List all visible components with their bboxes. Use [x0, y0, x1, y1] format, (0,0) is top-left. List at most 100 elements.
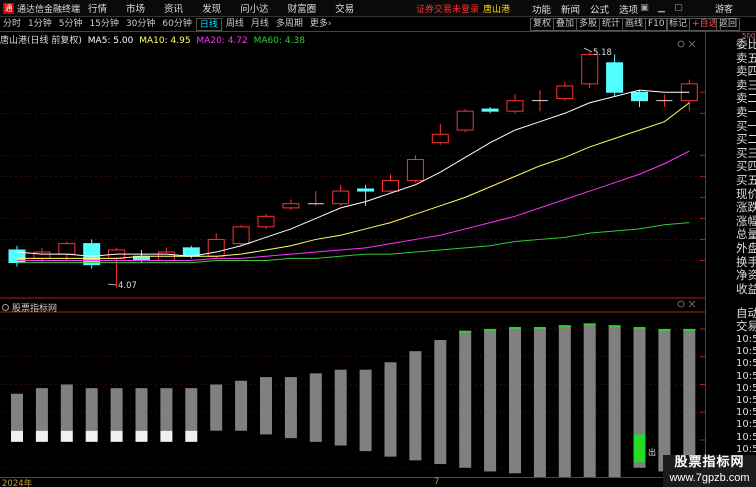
- right-menu: 功能 新闻 公式 选项: [532, 2, 648, 16]
- period-1min[interactable]: 1分钟: [25, 18, 55, 31]
- indicator-bar: [60, 384, 73, 431]
- indicator-top-marker: [509, 327, 521, 330]
- period-60min[interactable]: 60分钟: [159, 18, 194, 31]
- period-daily[interactable]: 日线: [195, 17, 222, 31]
- indicator-bar: [434, 340, 447, 465]
- menu-item-discover[interactable]: 发现: [202, 1, 221, 15]
- indicator-bar: [35, 388, 48, 431]
- indicator-bar: [334, 369, 347, 446]
- period-multi[interactable]: 多周期: [273, 18, 306, 31]
- ma10-line: [17, 102, 690, 259]
- indicator-bar: [459, 330, 472, 468]
- guest-login[interactable]: 游客: [715, 2, 733, 15]
- skin-icon[interactable]: ▣: [638, 3, 651, 13]
- indicator-bar: [260, 377, 272, 435]
- candle-up: [332, 190, 350, 205]
- side-trade-label[interactable]: 交易: [736, 320, 756, 333]
- period-toolbar: 分时 1分钟 5分钟 15分钟 30分钟 60分钟 日线 周线 月线 多周期 更…: [0, 17, 756, 32]
- more-arrow-icon: ›: [327, 18, 332, 29]
- period-15min[interactable]: 15分钟: [86, 18, 121, 31]
- candle-up: [556, 85, 574, 100]
- menu-item-news[interactable]: 资讯: [164, 1, 183, 15]
- low-price-label: 4.07: [118, 281, 137, 291]
- indicator-bar: [359, 369, 372, 452]
- indicator-top-marker: [459, 330, 472, 333]
- quote-label: 现价: [736, 187, 756, 201]
- indicator-bar: [484, 328, 497, 472]
- candle-up: [456, 110, 474, 131]
- indicator-top-marker: [633, 327, 646, 330]
- quote-label: 换手: [736, 255, 756, 269]
- candle-up: [431, 133, 449, 144]
- kline-panel[interactable]: [0, 52, 705, 313]
- period-monthly[interactable]: 月线: [248, 18, 272, 31]
- time-axis: 2024年 7: [0, 477, 756, 487]
- indicator-close-icon[interactable]: [688, 300, 696, 308]
- trade-time: 10:55: [736, 358, 756, 370]
- indicator-panel[interactable]: [0, 323, 705, 477]
- indicator-bar: [135, 388, 148, 431]
- adjust-button[interactable]: 复权: [530, 18, 555, 31]
- period-30min[interactable]: 30分钟: [123, 18, 158, 31]
- sell-signal-bar: [633, 434, 646, 463]
- login-warning[interactable]: 证券交易未登录 唐山港: [416, 2, 510, 15]
- menu-item-news-feed[interactable]: 新闻: [561, 2, 580, 16]
- indicator-white-segment: [35, 430, 48, 442]
- quote-label: 总量: [736, 228, 756, 242]
- menu-item-wealth[interactable]: 财富圈: [288, 1, 317, 15]
- menu-item-assistant[interactable]: 问小达: [240, 1, 269, 15]
- chart-area[interactable]: 5.18 4.07 出: [0, 32, 705, 477]
- trade-time: 10:55: [736, 370, 756, 382]
- indicator-white-segment: [135, 430, 148, 442]
- trade-time: 10:55: [736, 382, 756, 394]
- menu-item-functions[interactable]: 功能: [532, 2, 551, 16]
- app-logo-icon: 通: [3, 2, 14, 14]
- candle-up: [506, 100, 524, 112]
- candle-up: [581, 53, 599, 85]
- back-button[interactable]: 返回: [716, 18, 741, 31]
- stats-button[interactable]: 统计: [599, 18, 624, 31]
- multi-stock-button[interactable]: 多股: [576, 18, 601, 31]
- indicator-top-marker: [608, 325, 621, 328]
- menu-item-trade[interactable]: 交易: [335, 1, 354, 15]
- candle-up: [382, 180, 399, 192]
- menu-item-market[interactable]: 市场: [126, 1, 145, 15]
- indicator-top-marker: [658, 328, 671, 331]
- indicator-top-marker: [683, 328, 696, 331]
- indicator-white-segment: [110, 430, 123, 442]
- candle-up: [33, 251, 51, 259]
- quote-label: 买五: [736, 174, 756, 187]
- maximize-icon[interactable]: ▢: [672, 3, 685, 13]
- mark-button[interactable]: 标记: [666, 18, 691, 31]
- month-marker: 7: [434, 477, 440, 487]
- indicator-top-marker: [533, 327, 546, 330]
- indicator-bar: [409, 351, 422, 461]
- quote-label: 买二: [736, 133, 756, 147]
- side-auto-label[interactable]: 自动: [736, 307, 756, 320]
- menu-item-options[interactable]: 选项: [619, 2, 638, 16]
- indicator-bar: [85, 388, 98, 431]
- window-controls: ▣ ▁ ▢: [638, 3, 689, 13]
- f10-button[interactable]: F10: [645, 18, 668, 31]
- period-5min[interactable]: 5分钟: [56, 18, 86, 31]
- draw-line-button[interactable]: 画线: [622, 18, 647, 31]
- period-tick[interactable]: 分时: [0, 18, 24, 31]
- quote-label: 涨幅: [736, 214, 756, 228]
- indicator-bar: [558, 325, 571, 477]
- quote-label: 委比: [736, 38, 756, 51]
- period-more[interactable]: 更多›: [307, 18, 335, 31]
- overlay-button[interactable]: 叠加: [553, 18, 578, 31]
- candle-up: [207, 238, 225, 257]
- chart-settings-icon[interactable]: [677, 40, 685, 48]
- menu-item-quotes[interactable]: 行情: [88, 1, 107, 15]
- indicator-title[interactable]: 股票指标网: [2, 301, 57, 314]
- ma5-line: [16, 89, 690, 257]
- low-arrow-icon: [107, 283, 117, 286]
- period-weekly[interactable]: 周线: [223, 18, 247, 31]
- trade-time: 10:55: [736, 431, 756, 443]
- indicator-settings-icon[interactable]: [677, 300, 685, 308]
- menu-item-formula[interactable]: 公式: [590, 2, 609, 16]
- chart-close-icon[interactable]: [688, 40, 696, 48]
- indicator-bar: [384, 362, 397, 457]
- minimize-icon[interactable]: ▁: [655, 3, 668, 13]
